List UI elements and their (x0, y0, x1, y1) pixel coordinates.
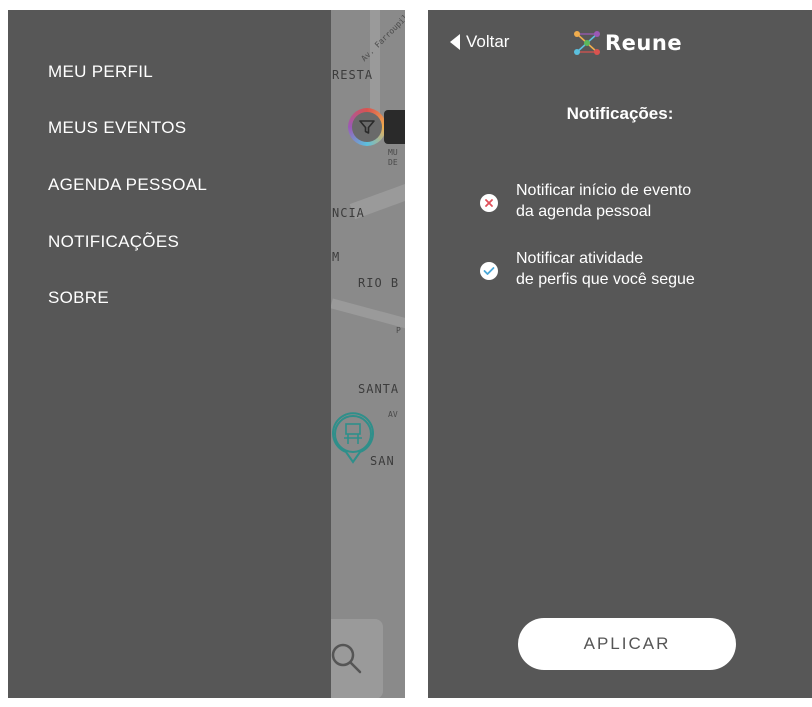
map-filter-button[interactable] (348, 108, 386, 146)
app-logo: Reune (573, 30, 682, 56)
menu-item-meus-eventos[interactable]: MEUS EVENTOS (48, 118, 186, 138)
map-road (330, 298, 405, 332)
search-icon (331, 643, 361, 674)
map-search-button[interactable] (330, 619, 383, 698)
map-background[interactable]: Av. Farroupilha RESTA MU DE NCIA M RIO B… (330, 10, 405, 698)
map-label: M (332, 250, 341, 264)
apply-button[interactable]: APLICAR (518, 618, 736, 670)
map-label: P (396, 326, 401, 335)
back-label: Voltar (466, 32, 510, 51)
map-label: SANTA (358, 382, 400, 396)
option-evento-agenda[interactable]: Notificar início de evento da agenda pes… (480, 180, 756, 222)
side-drawer-menu: MEU PERFIL MEUS EVENTOS AGENDA PESSOAL N… (8, 10, 331, 698)
logo-text: Reune (605, 31, 683, 55)
left-screen: Av. Farroupilha RESTA MU DE NCIA M RIO B… (8, 10, 405, 698)
menu-item-meu-perfil[interactable]: MEU PERFIL (48, 62, 153, 82)
map-label: Av. Farroupilha (359, 10, 405, 64)
map-label: NCIA (332, 206, 365, 220)
map-label: RIO B (358, 276, 400, 290)
back-button[interactable]: Voltar (450, 32, 509, 52)
option-label: Notificar início de evento da agenda pes… (516, 180, 756, 222)
map-pin-icon[interactable] (330, 410, 376, 466)
menu-item-sobre[interactable]: SOBRE (48, 288, 109, 308)
right-screen: Voltar Reune Notificações: Notificar iní… (428, 10, 812, 698)
notifications-title: Notificações: (566, 104, 674, 123)
option-atividade-perfis[interactable]: Notificar atividade de perfis que você s… (480, 248, 756, 290)
option-label-line: da agenda pessoal (516, 203, 652, 220)
menu-item-agenda-pessoal[interactable]: AGENDA PESSOAL (48, 175, 207, 195)
reune-network-icon (574, 31, 600, 55)
option-label: Notificar atividade de perfis que você s… (516, 248, 756, 290)
option-label-line: de perfis que você segue (516, 271, 695, 288)
map-label: RESTA (332, 68, 374, 82)
x-circle-icon[interactable] (480, 194, 498, 212)
map-label: AV (388, 410, 398, 419)
filter-icon (359, 120, 375, 134)
menu-item-notificacoes[interactable]: NOTIFICAÇÕES (48, 232, 179, 252)
filter-panel-tab[interactable] (384, 110, 405, 144)
map-label: MU DE (388, 148, 398, 167)
check-circle-icon[interactable] (480, 262, 498, 280)
back-arrow-icon (450, 34, 460, 50)
option-label-line: Notificar atividade (516, 250, 644, 267)
option-label-line: Notificar início de evento (516, 182, 692, 199)
